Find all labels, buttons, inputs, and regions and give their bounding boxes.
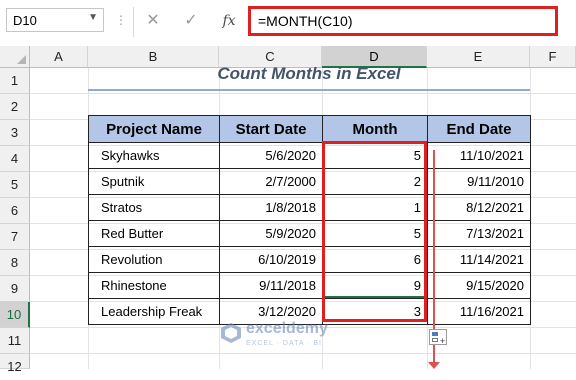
cell-start-date[interactable]: 6/10/2019 xyxy=(219,246,323,273)
row-header-2[interactable]: 2 xyxy=(0,94,30,120)
cell-start-date[interactable]: 2/7/2000 xyxy=(219,168,323,195)
cell-project-name[interactable]: Skyhawks xyxy=(88,142,220,169)
cell-project-name[interactable]: Leadership Freak xyxy=(88,298,220,325)
exceldemy-logo-icon xyxy=(221,323,241,343)
table-row: Revolution 6/10/2019 6 11/14/2021 xyxy=(88,246,531,273)
column-header-f[interactable]: F xyxy=(530,46,576,68)
column-header-a[interactable]: A xyxy=(30,46,88,68)
cell-project-name[interactable]: Rhinestone xyxy=(88,272,220,299)
cell-start-date[interactable]: 9/11/2018 xyxy=(219,272,323,299)
insert-function-button[interactable]: fx xyxy=(218,9,240,33)
table-row: Stratos 1/8/2018 1 8/12/2021 xyxy=(88,194,531,221)
row-header-5[interactable]: 5 xyxy=(0,172,30,198)
formula-input[interactable]: =MONTH(C10) xyxy=(248,6,558,36)
enter-icon[interactable]: ✓ xyxy=(180,9,202,33)
watermark: exceldemy EXCEL · DATA · BI xyxy=(220,318,370,358)
divider xyxy=(133,7,134,37)
autofill-options-icon[interactable]: + xyxy=(429,329,447,346)
row-header-6[interactable]: 6 xyxy=(0,198,30,224)
name-box-value: D10 xyxy=(13,13,37,28)
watermark-tagline: EXCEL · DATA · BI xyxy=(246,340,322,347)
watermark-name: exceldemy xyxy=(246,320,328,337)
row-header-10[interactable]: 10 xyxy=(0,302,30,328)
row-header-3[interactable]: 3 xyxy=(0,120,30,146)
row-header-1[interactable]: 1 xyxy=(0,68,30,94)
name-box[interactable]: D10 ▼ xyxy=(6,8,104,32)
arrow-down-icon xyxy=(428,362,440,369)
title-underline xyxy=(88,89,530,91)
cell-end-date[interactable]: 11/16/2021 xyxy=(427,298,531,325)
cell-project-name[interactable]: Revolution xyxy=(88,246,220,273)
row-header-9[interactable]: 9 xyxy=(0,276,30,302)
header-start-date[interactable]: Start Date xyxy=(219,115,323,143)
formula-bar: D10 ▼ ⋮ ✕ ✓ fx =MONTH(C10) xyxy=(0,0,576,46)
row-header-11[interactable]: 11 xyxy=(0,328,30,354)
header-project-name[interactable]: Project Name xyxy=(88,115,220,143)
row-header-7[interactable]: 7 xyxy=(0,224,30,250)
table-header-row: Project Name Start Date Month End Date xyxy=(88,115,531,143)
cell-project-name[interactable]: Sputnik xyxy=(88,168,220,195)
cell-end-date[interactable]: 9/11/2010 xyxy=(427,168,531,195)
chevron-down-icon[interactable]: ▼ xyxy=(88,12,98,23)
table-row: Rhinestone 9/11/2018 9 9/15/2020 xyxy=(88,272,531,299)
gridline xyxy=(30,93,576,94)
cell-project-name[interactable]: Red Butter xyxy=(88,220,220,247)
table-row: Skyhawks 5/6/2020 5 11/10/2021 xyxy=(88,142,531,169)
cell-end-date[interactable]: 7/13/2021 xyxy=(427,220,531,247)
cell-start-date[interactable]: 1/8/2018 xyxy=(219,194,323,221)
cancel-icon[interactable]: ✕ xyxy=(142,9,164,33)
month-column-highlight xyxy=(322,141,427,322)
data-table: Project Name Start Date Month End Date S… xyxy=(88,115,531,325)
header-end-date[interactable]: End Date xyxy=(427,115,531,143)
cell-end-date[interactable]: 11/14/2021 xyxy=(427,246,531,273)
row-header-8[interactable]: 8 xyxy=(0,250,30,276)
cell-start-date[interactable]: 5/6/2020 xyxy=(219,142,323,169)
row-header-12[interactable]: 12 xyxy=(0,354,30,374)
table-row: Red Butter 5/9/2020 5 7/13/2021 xyxy=(88,220,531,247)
cell-end-date[interactable]: 9/15/2020 xyxy=(427,272,531,299)
cell-project-name[interactable]: Stratos xyxy=(88,194,220,221)
more-options-icon: ⋮ xyxy=(115,13,128,27)
cell-start-date[interactable]: 5/9/2020 xyxy=(219,220,323,247)
formula-text: =MONTH(C10) xyxy=(258,13,353,29)
header-month[interactable]: Month xyxy=(322,115,428,143)
sheet-title: Count Months in Excel xyxy=(217,64,401,83)
row-header-4[interactable]: 4 xyxy=(0,146,30,172)
table-row: Sputnik 2/7/2000 2 9/11/2010 xyxy=(88,168,531,195)
select-all-button[interactable] xyxy=(0,46,30,68)
cell-end-date[interactable]: 8/12/2021 xyxy=(427,194,531,221)
cell-end-date[interactable]: 11/10/2021 xyxy=(427,142,531,169)
